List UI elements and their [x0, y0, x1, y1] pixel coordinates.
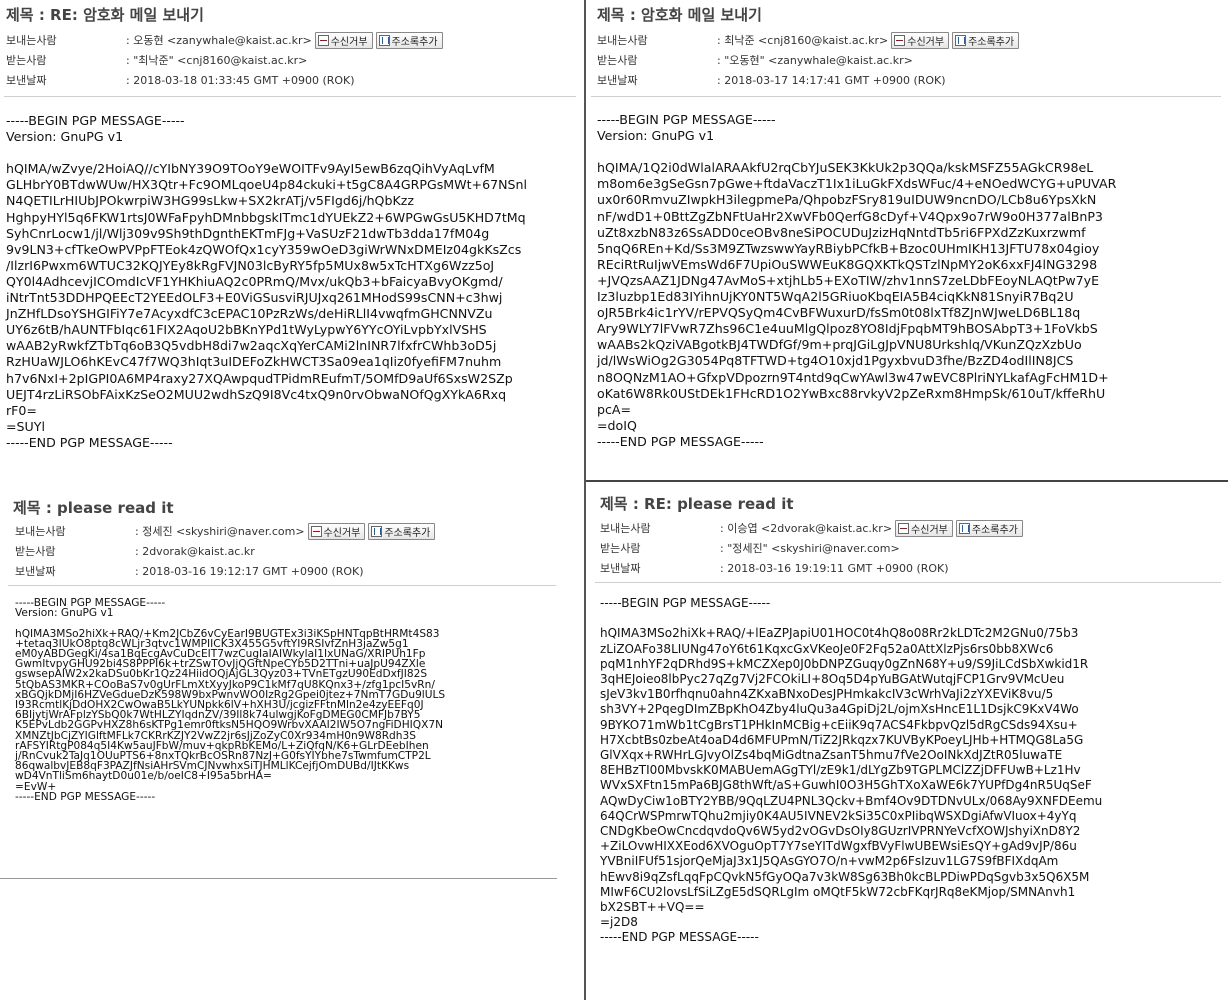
sent-date: : 2018-03-16 19:12:17 GMT +0900 (ROK): [135, 564, 364, 578]
from-label: 보내는사람: [597, 34, 648, 47]
block-icon: [898, 522, 910, 534]
from-label: 보내는사람: [15, 525, 66, 538]
header-divider: [595, 582, 1221, 583]
email-panel-3: 제목 : please read it 보내는사람 : 정세진 <skyshir…: [0, 486, 584, 1000]
date-row: 보낸날짜 : 2018-03-16 19:12:17 GMT +0900 (RO…: [15, 561, 584, 581]
date-label: 보낸날짜: [15, 565, 56, 578]
email-subject: 제목 : RE: please read it: [600, 495, 794, 513]
sender-address: : 정세진 <skyshiri@naver.com>: [135, 525, 305, 538]
date-row: 보낸날짜 : 2018-03-16 19:19:11 GMT +0900 (RO…: [600, 558, 1228, 578]
email-panel-1: 제목 : RE: 암호화 메일 보내기 보내는사람 : 오동현 <zanywha…: [0, 0, 584, 478]
sent-date: : 2018-03-17 14:17:41 GMT +0900 (ROK): [717, 73, 946, 87]
recipient-address: : "오동현" <zanywhale@kaist.ac.kr>: [717, 54, 913, 67]
from-label: 보내는사람: [600, 522, 651, 535]
block-icon: [317, 34, 329, 46]
vertical-divider: [584, 0, 586, 1000]
addressbook-icon: [378, 34, 390, 46]
add-to-addressbook-button[interactable]: 주소록추가: [955, 519, 1023, 537]
recipient-address: : 2dvorak@kaist.ac.kr: [135, 544, 255, 558]
date-label: 보낸날짜: [600, 562, 641, 575]
block-icon: [894, 34, 906, 46]
horizontal-divider-left: [0, 878, 557, 879]
from-row: 보내는사람 : 오동현 <zanywhale@kaist.ac.kr> 수신거부…: [6, 30, 584, 50]
to-row: 받는사람 : 2dvorak@kaist.ac.kr: [15, 541, 584, 561]
to-label: 받는사람: [597, 54, 638, 67]
email-panel-4: 제목 : RE: please read it 보내는사람 : 이승엽 <2dv…: [589, 486, 1228, 1000]
date-row: 보낸날짜 : 2018-03-17 14:17:41 GMT +0900 (RO…: [597, 70, 1228, 90]
date-label: 보낸날짜: [6, 74, 47, 87]
horizontal-divider-right: [586, 480, 1228, 482]
pgp-message-body: -----BEGIN PGP MESSAGE----- Version: Gnu…: [597, 112, 1117, 449]
date-row: 보낸날짜 : 2018-03-18 01:33:45 GMT +0900 (RO…: [6, 70, 584, 90]
block-sender-button[interactable]: 수신거부: [891, 31, 950, 49]
sender-address: : 오동현 <zanywhale@kaist.ac.kr>: [126, 34, 312, 47]
to-row: 받는사람 : "오동현" <zanywhale@kaist.ac.kr>: [597, 50, 1228, 70]
sent-date: : 2018-03-16 19:19:11 GMT +0900 (ROK): [720, 561, 949, 575]
from-row: 보내는사람 : 정세진 <skyshiri@naver.com> 수신거부 주소…: [15, 521, 584, 541]
addressbook-icon: [958, 522, 970, 534]
from-label: 보내는사람: [6, 34, 57, 47]
block-sender-button[interactable]: 수신거부: [314, 31, 373, 49]
addressbook-icon: [955, 34, 967, 46]
email-panel-2: 제목 : 암호화 메일 보내기 보내는사람 : 최낙준 <cnj8160@kai…: [589, 0, 1228, 478]
pgp-message-body: -----BEGIN PGP MESSAGE----- Version: Gnu…: [6, 113, 528, 450]
email-subject: 제목 : 암호화 메일 보내기: [597, 6, 762, 24]
pgp-message-body: -----BEGIN PGP MESSAGE----- Version: Gnu…: [15, 597, 446, 803]
to-label: 받는사람: [6, 54, 47, 67]
pgp-message-body: -----BEGIN PGP MESSAGE----- hQIMA3MSo2hi…: [600, 596, 1103, 945]
from-row: 보내는사람 : 이승엽 <2dvorak@kaist.ac.kr> 수신거부 주…: [600, 518, 1228, 538]
add-to-addressbook-button[interactable]: 주소록추가: [375, 31, 443, 49]
recipient-address: : "정세진" <skyshiri@naver.com>: [720, 542, 900, 555]
header-divider: [8, 585, 556, 586]
block-sender-button[interactable]: 수신거부: [895, 519, 953, 537]
sender-address: : 이승엽 <2dvorak@kaist.ac.kr>: [720, 522, 893, 535]
add-to-addressbook-button[interactable]: 주소록추가: [952, 31, 1020, 49]
addressbook-icon: [371, 525, 383, 537]
sender-address: : 최낙준 <cnj8160@kaist.ac.kr>: [717, 34, 889, 47]
to-label: 받는사람: [15, 545, 56, 558]
to-row: 받는사람 : "최낙준" <cnj8160@kaist.ac.kr>: [6, 50, 584, 70]
sent-date: : 2018-03-18 01:33:45 GMT +0900 (ROK): [126, 73, 355, 87]
date-label: 보낸날짜: [597, 74, 638, 87]
from-row: 보내는사람 : 최낙준 <cnj8160@kaist.ac.kr> 수신거부 주…: [597, 30, 1228, 50]
header-divider: [591, 96, 1221, 97]
to-label: 받는사람: [600, 542, 641, 555]
email-subject: 제목 : RE: 암호화 메일 보내기: [6, 6, 204, 24]
recipient-address: : "최낙준" <cnj8160@kaist.ac.kr>: [126, 54, 308, 67]
to-row: 받는사람 : "정세진" <skyshiri@naver.com>: [600, 538, 1228, 558]
add-to-addressbook-button[interactable]: 주소록추가: [368, 522, 436, 540]
block-sender-button[interactable]: 수신거부: [307, 522, 366, 540]
block-icon: [310, 525, 322, 537]
header-divider: [4, 96, 576, 97]
email-subject: 제목 : please read it: [13, 499, 174, 517]
